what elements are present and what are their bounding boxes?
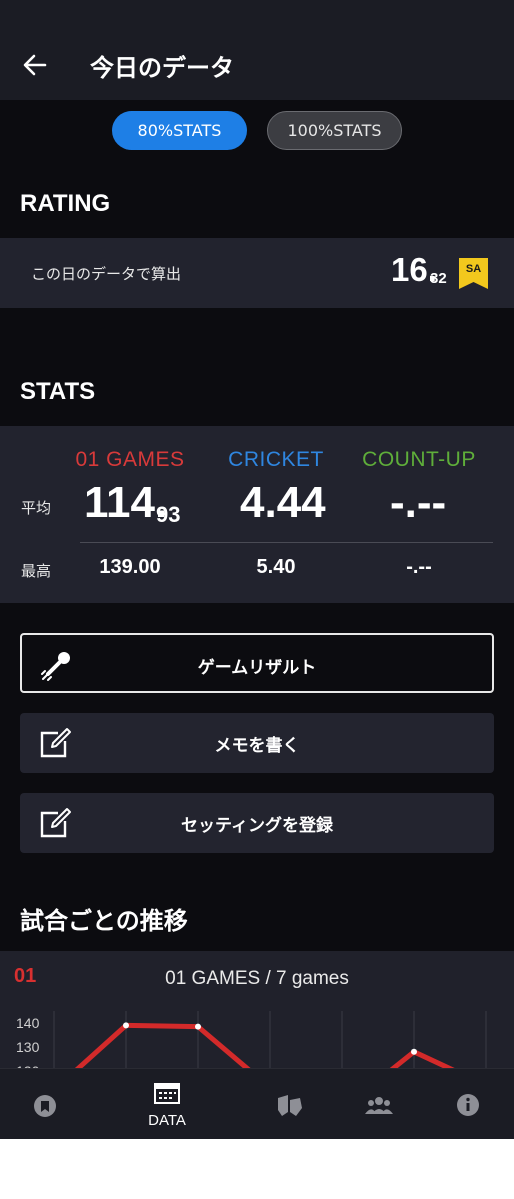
avg-count-up: -.-- [390, 478, 447, 527]
tab-100-stats[interactable]: 100%STATS [267, 111, 402, 150]
rating-section-title: RATING [20, 190, 111, 217]
page-title: 今日のデータ [90, 54, 234, 82]
game-result-label: ゲームリザルト [197, 658, 317, 678]
average-label: 平均 [21, 499, 52, 517]
register-setting-button[interactable]: セッティングを登録 [20, 793, 494, 853]
rating-class-badge: SA [459, 258, 488, 289]
tab-info[interactable] [418, 1069, 514, 1139]
chart-title: 01 GAMES / 7 games [165, 968, 349, 989]
avg-cricket: 4.44 [240, 478, 326, 527]
game-result-button[interactable]: ゲームリザルト [20, 633, 494, 693]
max-count-up: -.-- [406, 556, 432, 578]
chart-data-point [411, 1048, 417, 1055]
rating-value-decimal: 32 [430, 270, 447, 287]
stats-divider [80, 542, 493, 543]
rating-badge-text: SA [465, 263, 482, 275]
tab-data-label: DATA [148, 1112, 186, 1129]
tab-home[interactable] [0, 1069, 95, 1139]
register-setting-label: セッティングを登録 [181, 816, 333, 836]
tab-80-stats[interactable]: 80%STATS [112, 111, 247, 150]
header-bar: 今日のデータ [0, 0, 514, 100]
chart-y-tick-label: 140 [16, 1015, 40, 1031]
write-memo-label: メモを書く [214, 736, 300, 756]
tab-battle[interactable] [239, 1069, 339, 1139]
trend-section-title: 試合ごとの推移 [20, 908, 188, 935]
max-01: 139.00 [99, 556, 161, 578]
max-cricket: 5.40 [256, 556, 296, 578]
chart-data-point [123, 1022, 129, 1029]
battle-icon [278, 1095, 302, 1116]
tab-friends[interactable] [329, 1069, 429, 1139]
column-01-games: 01 GAMES [75, 448, 185, 471]
home-icon [34, 1095, 56, 1117]
avg-01-decimal: 93 [156, 502, 181, 527]
info-icon [457, 1094, 479, 1116]
avg-01-integer: 114. [84, 478, 168, 527]
chart-y-tick-label: 130 [16, 1039, 40, 1055]
stats-section-title: STATS [20, 378, 96, 405]
app-screen: 今日のデータ 80%STATS 100%STATS RATING この日のデータ… [0, 0, 514, 1139]
calendar-icon [154, 1083, 180, 1104]
tab-data[interactable]: DATA [117, 1069, 217, 1139]
rating-label: この日のデータで算出 [31, 265, 182, 283]
chart-data-point [195, 1023, 201, 1030]
write-memo-button[interactable]: メモを書く [20, 713, 494, 773]
back-arrow-icon[interactable] [20, 50, 50, 80]
column-count-up: COUNT-UP [362, 448, 476, 471]
friends-icon [365, 1097, 393, 1114]
bottom-tab-bar: DATA [0, 1068, 514, 1139]
max-label: 最高 [21, 562, 52, 580]
